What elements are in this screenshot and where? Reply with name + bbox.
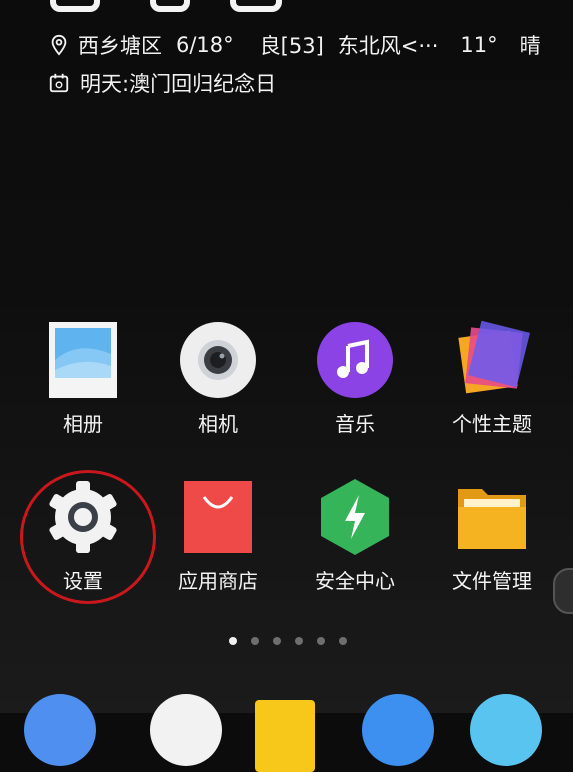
gallery-icon [43, 320, 123, 400]
page-dot-6[interactable] [339, 637, 347, 645]
calendar-icon [49, 73, 69, 93]
dock-browser-icon[interactable] [150, 694, 222, 766]
dock-contacts-icon[interactable] [470, 694, 542, 766]
weather-wind: 东北风<··· [337, 34, 439, 58]
app-themes[interactable]: 个性主题 [437, 320, 547, 437]
clock-digits-partial [42, 0, 342, 12]
security-shield-icon [315, 477, 395, 557]
app-gallery[interactable]: 相册 [28, 320, 138, 437]
page-indicator[interactable] [229, 637, 347, 645]
dock-messages-icon[interactable] [362, 694, 434, 766]
app-label: 文件管理 [452, 569, 532, 593]
app-label: 安全中心 [315, 569, 395, 593]
app-label: 应用商店 [178, 569, 258, 593]
themes-icon [452, 320, 532, 400]
holiday-text: 明天:澳门回归纪念日 [80, 72, 277, 96]
camera-icon [178, 320, 258, 400]
dock-notes-icon[interactable] [255, 700, 315, 772]
edge-floating-handle[interactable] [553, 568, 573, 614]
folder-icon [452, 477, 532, 557]
page-dot-5[interactable] [317, 637, 325, 645]
app-label: 相机 [198, 412, 238, 436]
weather-temp-range: 6/18° [176, 33, 234, 57]
settings-highlight-ring [20, 470, 156, 604]
app-label: 个性主题 [452, 412, 532, 436]
app-file-manager[interactable]: 文件管理 [437, 477, 547, 594]
weather-current-temp: 11° [460, 33, 498, 57]
music-icon [315, 320, 395, 400]
app-label: 相册 [63, 412, 103, 436]
page-dot-1[interactable] [229, 637, 237, 645]
app-store-bag-icon [178, 477, 258, 557]
weather-widget[interactable]: 西乡塘区 6/18° 良[53] 东北风<··· 11° 晴 [48, 30, 555, 60]
app-music[interactable]: 音乐 [300, 320, 410, 437]
app-label: 音乐 [335, 412, 375, 436]
holiday-reminder[interactable]: 明天:澳门回归纪念日 [48, 68, 276, 98]
app-store[interactable]: 应用商店 [163, 477, 273, 594]
dock-phone-icon[interactable] [24, 694, 96, 766]
weather-location: 西乡塘区 [78, 34, 162, 58]
page-dot-4[interactable] [295, 637, 303, 645]
app-camera[interactable]: 相机 [163, 320, 273, 437]
weather-condition: 晴 [519, 34, 541, 58]
page-dot-2[interactable] [251, 637, 259, 645]
page-dot-3[interactable] [273, 637, 281, 645]
location-pin-icon [51, 34, 67, 56]
app-security[interactable]: 安全中心 [300, 477, 410, 594]
weather-air-quality: 良[53] [259, 34, 324, 58]
